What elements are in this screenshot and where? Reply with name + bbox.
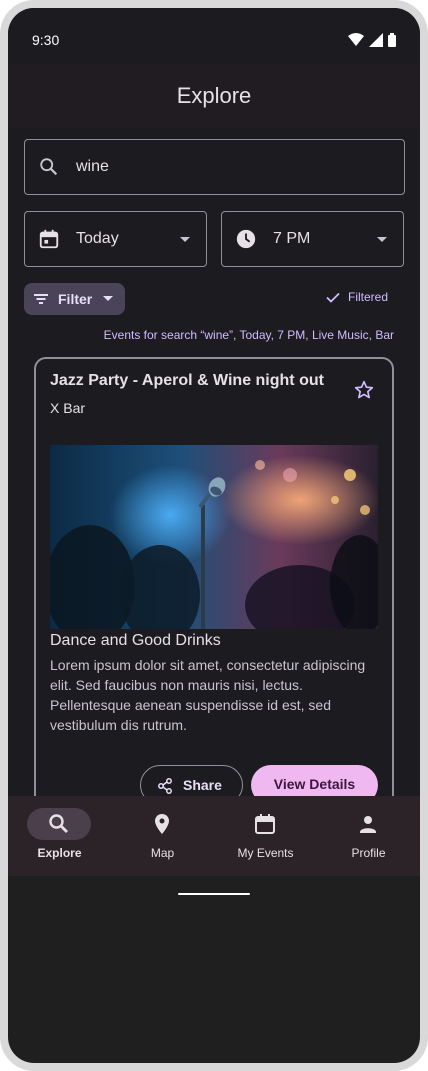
gesture-handle[interactable] — [178, 893, 250, 895]
search-icon — [40, 158, 58, 176]
nav-item-map[interactable]: Map — [111, 796, 214, 876]
nav-item-my-events[interactable]: My Events — [214, 796, 317, 876]
event-headline: Dance and Good Drinks — [50, 632, 221, 649]
status-bar: 9:30 — [8, 8, 420, 64]
search-icon — [49, 814, 68, 833]
view-details-button[interactable]: View Details — [251, 765, 378, 796]
filtered-indicator[interactable]: Filtered — [326, 290, 388, 304]
microphone-photo — [50, 445, 378, 629]
check-icon — [326, 292, 340, 303]
filtered-label: Filtered — [347, 290, 388, 304]
chevron-down-icon — [103, 296, 113, 301]
search-input[interactable] — [76, 154, 376, 180]
nav-label-explore: Explore — [37, 846, 82, 860]
signal-icon — [369, 33, 383, 47]
filter-button[interactable]: Filter — [24, 283, 125, 315]
calendar-icon — [39, 229, 59, 249]
event-title: Jazz Party - Aperol & Wine night out — [50, 372, 324, 389]
location-icon — [155, 814, 169, 834]
nav-item-profile[interactable]: Profile — [317, 796, 420, 876]
date-dropdown[interactable]: Today — [24, 211, 207, 267]
top-app-bar: Explore — [8, 64, 420, 128]
share-button[interactable]: Share — [140, 765, 243, 796]
chevron-down-icon — [377, 237, 387, 242]
bottom-navigation: Explore Map My Events Profile — [8, 796, 420, 876]
filter-label: Filter — [58, 291, 93, 307]
device-frame: 9:30 Explore wine Today 7 PM Filter Filt… — [0, 0, 428, 1071]
nav-label-my-events: My Events — [237, 846, 294, 860]
event-card[interactable]: Jazz Party - Aperol & Wine night out X B… — [34, 357, 394, 796]
nav-label-profile: Profile — [351, 846, 386, 860]
share-label: Share — [183, 777, 222, 793]
chevron-down-icon — [180, 237, 190, 242]
page-title: Explore — [176, 83, 252, 108]
app-screen: 9:30 Explore wine Today 7 PM Filter Filt… — [8, 8, 420, 1063]
event-venue: X Bar — [50, 400, 86, 416]
status-time: 9:30 — [32, 32, 60, 48]
search-field[interactable] — [24, 139, 405, 195]
clock-icon — [236, 229, 256, 249]
wifi-icon — [348, 33, 364, 46]
time-dropdown[interactable]: 7 PM — [221, 211, 404, 267]
share-icon — [158, 778, 172, 794]
star-icon[interactable] — [354, 380, 374, 400]
date-value: Today — [76, 230, 119, 247]
battery-icon — [388, 33, 396, 47]
event-description: Lorem ipsum dolor sit amet, consectetur … — [50, 657, 366, 733]
status-icons — [348, 33, 396, 47]
search-summary: Events for search “wine”, Today, 7 PM, L… — [103, 328, 394, 342]
nav-item-explore[interactable]: Explore — [8, 796, 111, 876]
event-image — [50, 445, 378, 629]
person-icon — [360, 816, 376, 833]
calendar-icon — [255, 814, 275, 834]
filter-icon — [34, 294, 48, 304]
main-content[interactable]: Today 7 PM Filter — [8, 128, 420, 796]
view-details-label: View Details — [273, 776, 356, 792]
time-value: 7 PM — [273, 230, 311, 247]
nav-label-map: Map — [150, 846, 175, 860]
